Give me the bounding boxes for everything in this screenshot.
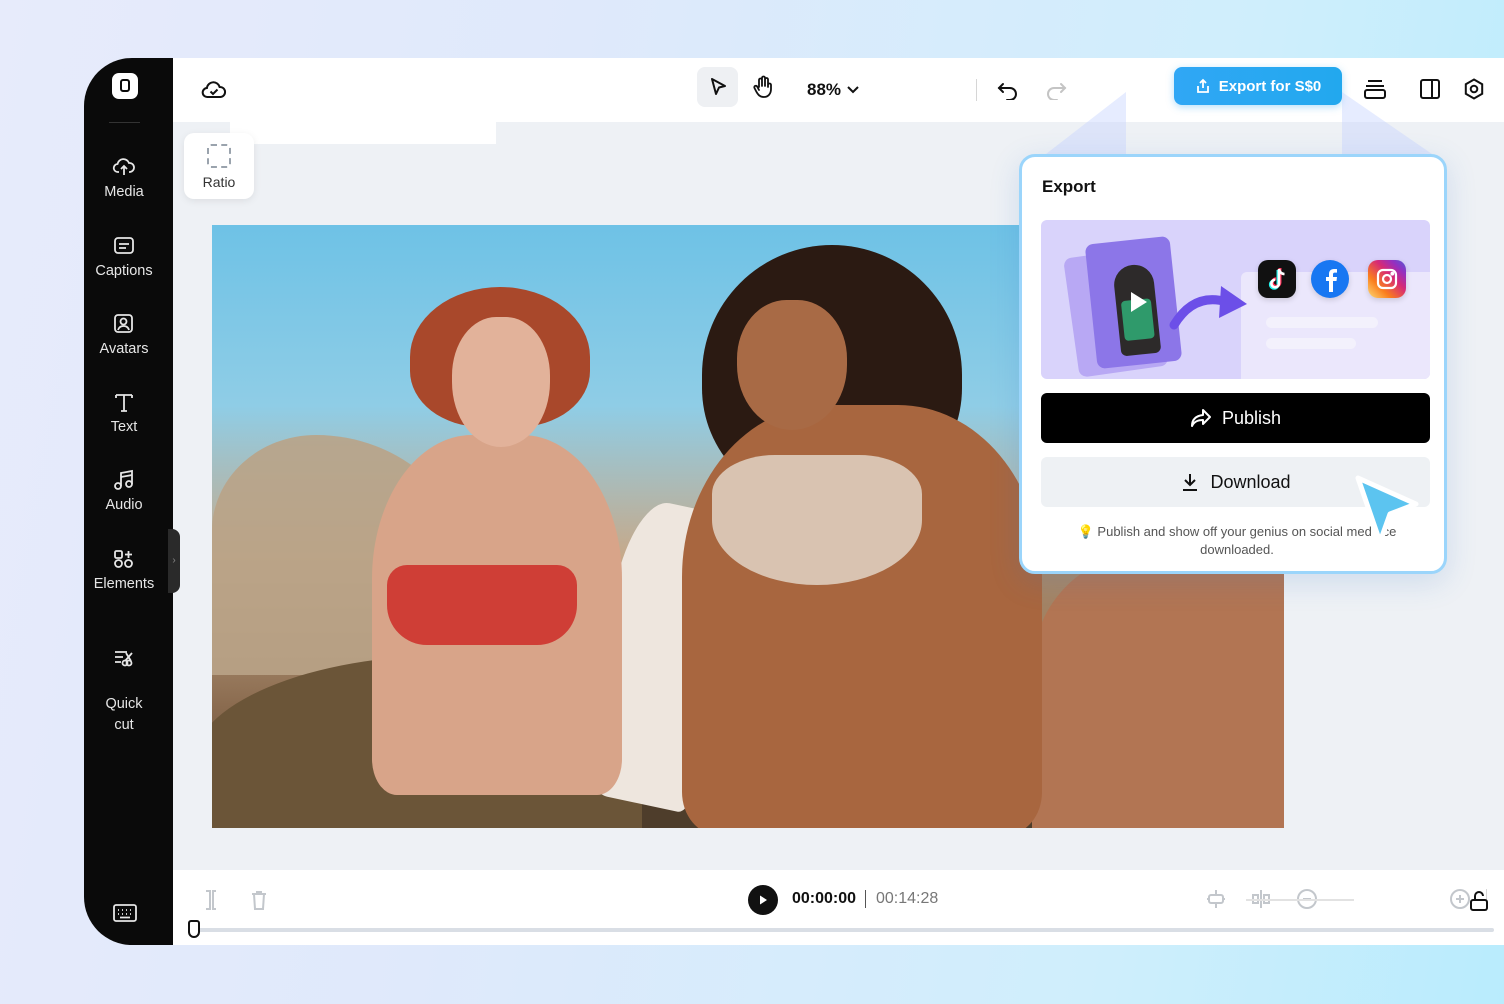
sidebar-item-label: Quick cut [105,696,143,733]
sidebar-item-media[interactable]: Media [84,156,164,203]
person-figure [1032,555,1284,828]
instagram-glyph [1376,268,1398,290]
export-panel-title: Export [1042,177,1096,196]
timeline-zoom-slider[interactable] [1246,899,1354,901]
placeholder-line [1266,317,1378,328]
publish-label: Publish [1221,407,1282,428]
canvas-header-strip [230,122,496,144]
sidebar-item-text[interactable]: Text [84,391,164,438]
current-time: 00:00:00 [792,890,857,907]
play-icon [760,895,767,905]
cloud-check-icon [201,81,227,98]
sidebar-item-avatars[interactable]: Avatars [84,313,164,360]
sidebar-item-label: Avatars [99,341,149,357]
mouse-cursor-icon [1355,475,1419,545]
avatar-icon [114,314,133,333]
facebook-icon [1311,260,1349,298]
quick-cut-icon [115,651,133,667]
download-icon [1183,474,1198,491]
person-figure [712,455,922,585]
keyboard-icon[interactable] [112,902,138,924]
zoom-dropdown[interactable]: 88% [807,76,859,104]
play-button[interactable] [748,885,778,915]
popover-pointer [1046,92,1126,154]
publish-illustration [1041,220,1430,379]
playback-bar: 00:00:00 00:14:28 [173,870,1504,945]
undo-button[interactable] [993,75,1023,105]
sidebar-item-label: Text [110,419,138,435]
ratio-button[interactable]: Ratio [184,133,254,199]
elements-icon [114,550,133,568]
instagram-icon [1368,260,1406,298]
split-clip-button[interactable] [198,887,224,913]
smart-fit-icon [1207,890,1225,908]
person-figure [452,317,550,447]
export-button-label: Export for S$0 [1218,77,1322,95]
unlock-icon [1470,891,1488,911]
media-upload-icon [112,158,135,175]
popover-pointer [1342,92,1432,154]
split-icon [206,890,216,910]
person-figure [737,300,847,430]
hand-icon [752,75,772,98]
export-button[interactable]: Export for S$0 [1174,67,1342,105]
sidebar-collapse-handle[interactable]: › [168,529,180,593]
undo-icon [997,83,1017,100]
cloud-sync-button[interactable] [199,75,229,105]
person-figure [387,565,577,645]
lock-button[interactable] [1466,888,1492,914]
sidebar-divider [109,122,140,123]
select-tool-button[interactable] [697,67,738,107]
sidebar-item-audio[interactable]: Audio [84,469,164,516]
ratio-label: Ratio [202,174,236,190]
pointer-cursor-icon [710,78,726,95]
chevron-down-icon [847,86,859,94]
arrow-right-icon [1169,286,1247,330]
sidebar-item-label: Audio [105,497,143,513]
lightbulb-icon: 💡 [1077,524,1094,539]
gear-icon [1464,78,1484,100]
tiktok-icon [1258,260,1296,298]
play-icon [1131,292,1147,312]
total-duration: 00:14:28 [876,890,939,907]
captions-icon [114,237,134,254]
settings-button[interactable] [1459,74,1489,104]
fit-button[interactable] [1203,886,1229,912]
sidebar-item-quick-cut[interactable]: Quick cut [84,626,164,736]
playhead-handle[interactable] [188,920,200,938]
sidebar-item-elements[interactable]: Elements [84,548,164,595]
aspect-ratio-icon [207,144,231,168]
timeline-scrubber[interactable] [195,928,1494,932]
sidebar-item-label: Media [104,184,144,200]
tiktok-glyph [1268,268,1285,290]
music-note-icon [114,469,133,490]
sidebar: Media Captions Avatars Text Audio Elemen… [84,58,173,945]
app-logo[interactable] [112,73,138,99]
publish-button[interactable]: Publish [1041,393,1430,443]
share-upload-icon [1196,78,1209,93]
facebook-glyph [1326,269,1337,292]
top-toolbar: 88% Export for S$0 [173,58,1504,122]
time-divider [865,890,866,908]
toolbar-divider [976,79,977,101]
download-label: Download [1210,471,1291,492]
hand-tool-button[interactable] [742,67,783,107]
sidebar-item-captions[interactable]: Captions [84,235,164,282]
sidebar-item-label: Elements [93,576,155,592]
text-icon [115,394,133,412]
zoom-value: 88% [807,80,842,99]
delete-clip-button[interactable] [246,887,272,913]
placeholder-line [1266,338,1356,349]
trash-icon [252,891,266,910]
sidebar-item-label: Captions [95,263,153,279]
share-arrow-icon [1190,409,1211,427]
